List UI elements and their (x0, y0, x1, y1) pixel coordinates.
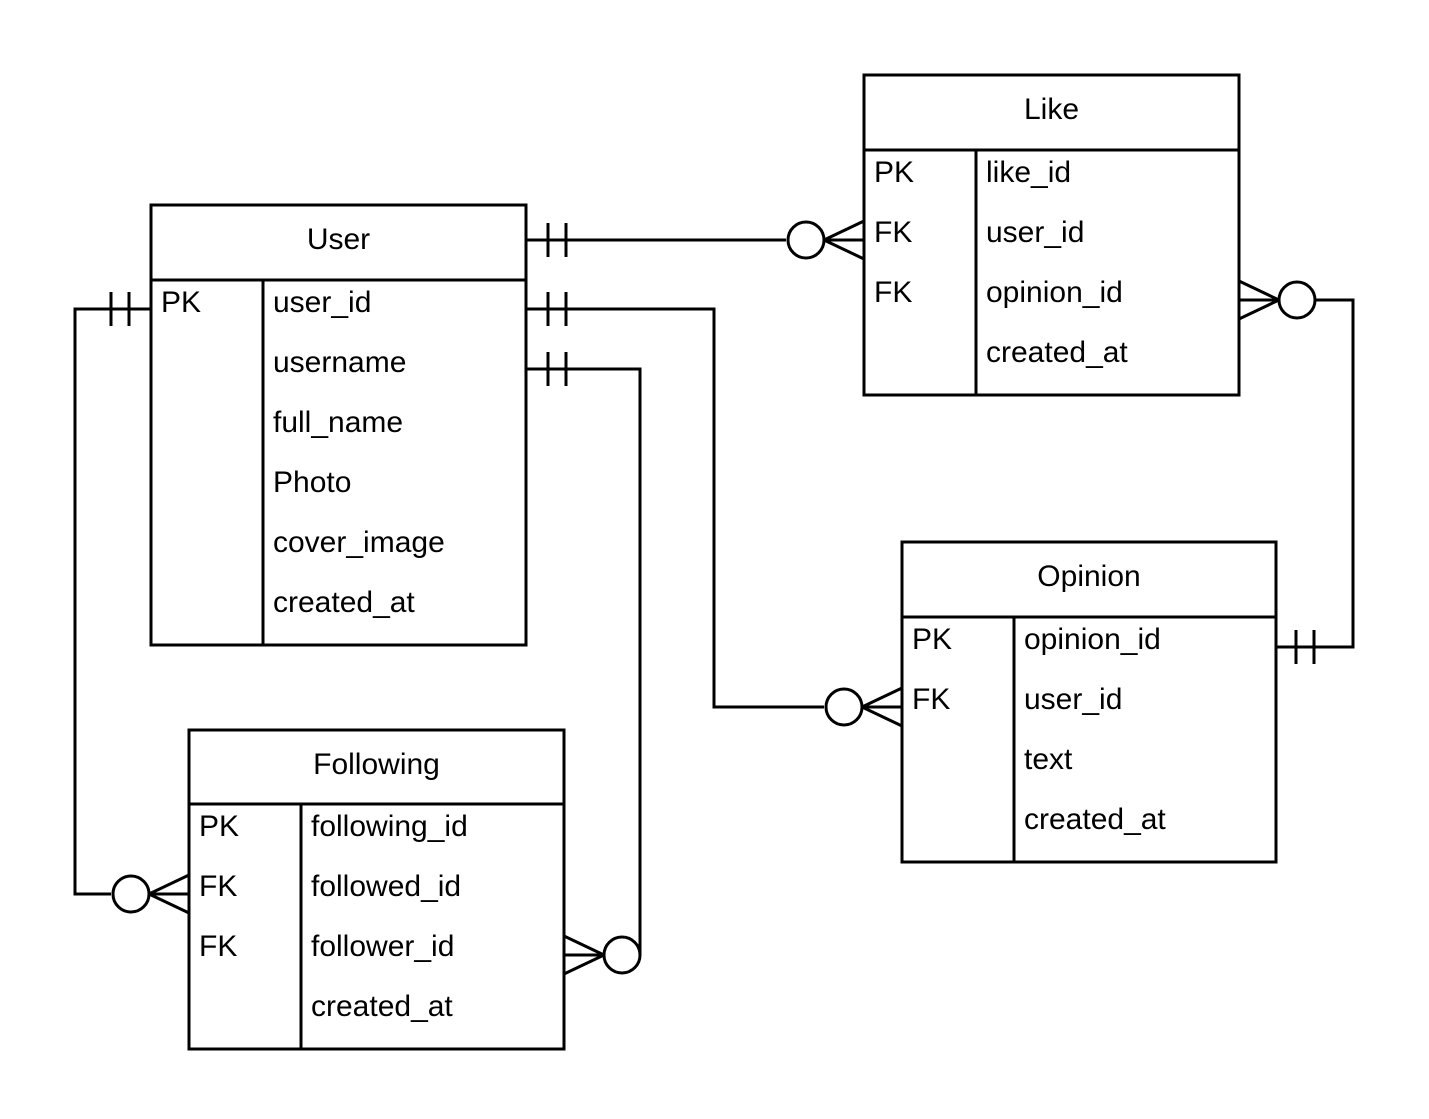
attribute-name: created_at (1024, 803, 1166, 836)
relationship-user-like[interactable] (526, 219, 865, 261)
attribute-name: opinion_id (986, 276, 1123, 309)
entity-user[interactable]: User PK user_id username full_name Photo cover… (149, 203, 528, 647)
attribute-name: following_id (311, 810, 468, 843)
entity-like[interactable]: Like PK like_id FK user_id FK opinion_idcreate… (862, 73, 1241, 397)
attribute-name: followed_id (311, 870, 461, 903)
attribute-name: created_at (986, 336, 1128, 369)
entity-following[interactable]: Following PK following_id FK followed_id FK fo… (187, 728, 566, 1051)
attribute-row: created_at (1024, 803, 1166, 836)
attribute-row: text (1024, 743, 1073, 776)
attribute-row: Photo (273, 466, 351, 499)
attribute-row: created_at (273, 586, 415, 619)
zero-or-many-icon (1238, 279, 1317, 321)
attribute-name: user_id (986, 216, 1084, 249)
entity-title: Opinion (1037, 560, 1140, 593)
relationship-user-opinion[interactable] (526, 292, 903, 728)
key-label: FK (874, 276, 912, 309)
attribute-name: Photo (273, 466, 351, 499)
attribute-row: created_at (311, 990, 453, 1023)
attribute-name: follower_id (311, 930, 454, 963)
zero-or-many-icon (563, 934, 642, 976)
key-label: FK (199, 870, 237, 903)
entity-title: Like (1024, 93, 1079, 126)
attribute-name: user_id (1024, 683, 1122, 716)
key-label: FK (199, 930, 237, 963)
attribute-name: username (273, 346, 406, 379)
attribute-row: full_name (273, 406, 403, 439)
attribute-row: FK follower_id (199, 930, 454, 963)
attribute-row: username (273, 346, 406, 379)
attribute-row: cover_image (273, 526, 445, 559)
attribute-name: text (1024, 743, 1073, 776)
zero-or-many-icon (111, 873, 190, 915)
key-label: PK (161, 286, 201, 319)
key-label: FK (874, 216, 912, 249)
attribute-name: like_id (986, 156, 1071, 189)
attribute-name: created_at (273, 586, 415, 619)
entity-title: User (307, 223, 370, 256)
er-diagram: User PK user_id username full_name Photo cover… (73, 73, 1355, 1051)
attribute-name: opinion_id (1024, 623, 1161, 656)
attribute-row: PK opinion_id (912, 623, 1161, 656)
attribute-row: created_at (986, 336, 1128, 369)
attribute-row: FK opinion_id (874, 276, 1123, 309)
key-label: PK (912, 623, 952, 656)
attribute-name: cover_image (273, 526, 445, 559)
attribute-name: created_at (311, 990, 453, 1023)
attribute-name: user_id (273, 286, 371, 319)
zero-or-many-icon (786, 219, 865, 261)
entity-opinion[interactable]: Opinion PK opinion_id FK user_idtext created_… (900, 540, 1278, 864)
zero-or-many-icon (824, 686, 903, 728)
key-label: PK (199, 810, 239, 843)
key-label: FK (912, 683, 950, 716)
entity-title: Following (313, 748, 440, 781)
attribute-name: full_name (273, 406, 403, 439)
key-label: PK (874, 156, 914, 189)
